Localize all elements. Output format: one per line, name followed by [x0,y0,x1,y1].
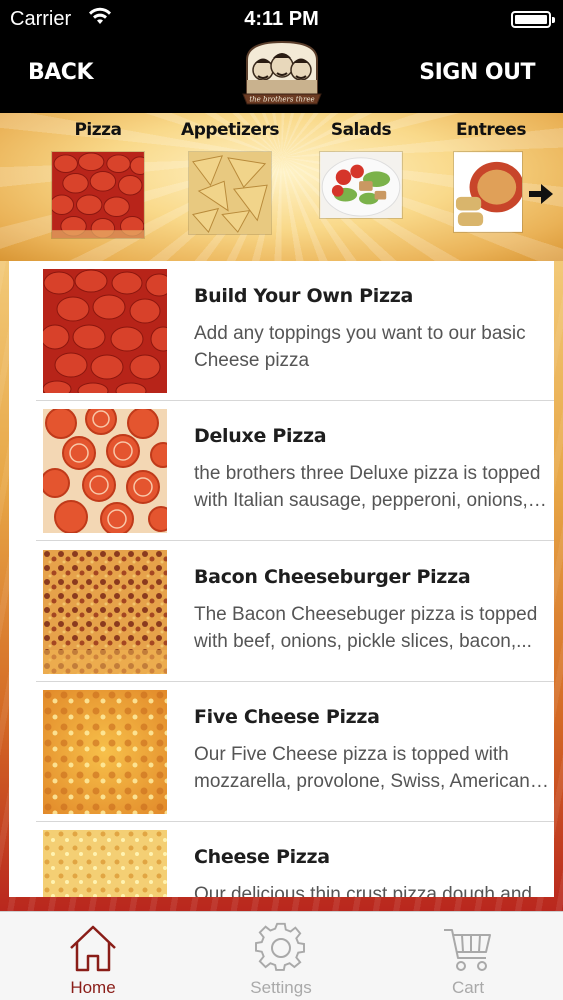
menu-item-image [43,550,167,674]
category-label: Pizza [74,120,122,140]
clock: 4:11 PM [244,8,319,30]
tab-home[interactable]: Home [23,912,163,1000]
category-label: Appetizers [181,120,279,140]
category-label: Entrees [456,120,526,140]
menu-item-image [43,409,167,533]
menu-item[interactable]: Bacon Cheeseburger Pizza The Bacon Chees… [36,542,554,682]
category-image-pizza [51,151,145,239]
arrow-right-icon[interactable] [527,182,555,206]
sign-out-button[interactable]: SIGN OUT [419,60,535,85]
menu-item-name: Build Your Own Pizza [194,285,414,307]
category-salads[interactable]: Salads [311,113,411,219]
menu-item-name: Deluxe Pizza [194,425,327,447]
category-image-appetizers [188,151,272,235]
menu-item[interactable]: Build Your Own Pizza Add any toppings yo… [36,261,554,401]
category-appetizers[interactable]: Appetizers [178,113,282,235]
brothers-three-logo[interactable]: the brothers three [241,38,323,108]
battery-icon [511,11,555,28]
gear-icon [255,922,305,971]
menu-item-description: Our Five Cheese pizza is topped with moz… [194,744,530,792]
menu-item[interactable]: Cheese Pizza Our delicious thin crust pi… [36,822,554,897]
menu-item-image [43,269,167,393]
category-pizza[interactable]: Pizza [48,113,148,239]
tab-label: Home [70,978,116,997]
tab-label: Cart [451,978,485,997]
menu-item-image [43,830,167,897]
menu-item-description: The Bacon Cheesebuger pizza is topped wi… [194,604,538,652]
top-bar: Carrier 4:11 PM BACK the brothers three [0,0,563,113]
tab-cart[interactable]: Cart [398,912,538,1000]
menu-item-name: Five Cheese Pizza [194,706,380,728]
menu-item-name: Cheese Pizza [194,846,330,868]
tab-settings[interactable]: Settings [211,912,351,1000]
menu-item-description: the brothers three Deluxe pizza is toppe… [194,463,541,511]
category-strip: Pizza Appetizers Salads Entrees [0,113,563,261]
menu-item-description: Our delicious thin crust pizza dough and [194,884,532,897]
menu-item-image [43,690,167,814]
menu-item-description: Add any toppings you want to our basic C… [194,323,526,371]
menu-item-name: Bacon Cheeseburger Pizza [194,566,471,588]
tab-bar: Home Settings Cart [0,911,563,1000]
home-icon [70,925,116,972]
tab-label: Settings [250,978,312,997]
menu-list[interactable]: Build Your Own Pizza Add any toppings yo… [9,261,554,897]
menu-item[interactable]: Deluxe Pizza the brothers three Deluxe p… [36,401,554,541]
logo-text: the brothers three [249,96,314,104]
menu-item[interactable]: Five Cheese Pizza Our Five Cheese pizza … [36,682,554,822]
cart-icon [444,929,491,971]
category-image-entrees [453,151,523,233]
category-image-salads [319,151,403,219]
back-button[interactable]: BACK [28,60,94,85]
category-label: Salads [330,120,392,140]
category-entrees[interactable]: Entrees [441,113,541,233]
status-bar: Carrier 4:11 PM [0,0,563,38]
